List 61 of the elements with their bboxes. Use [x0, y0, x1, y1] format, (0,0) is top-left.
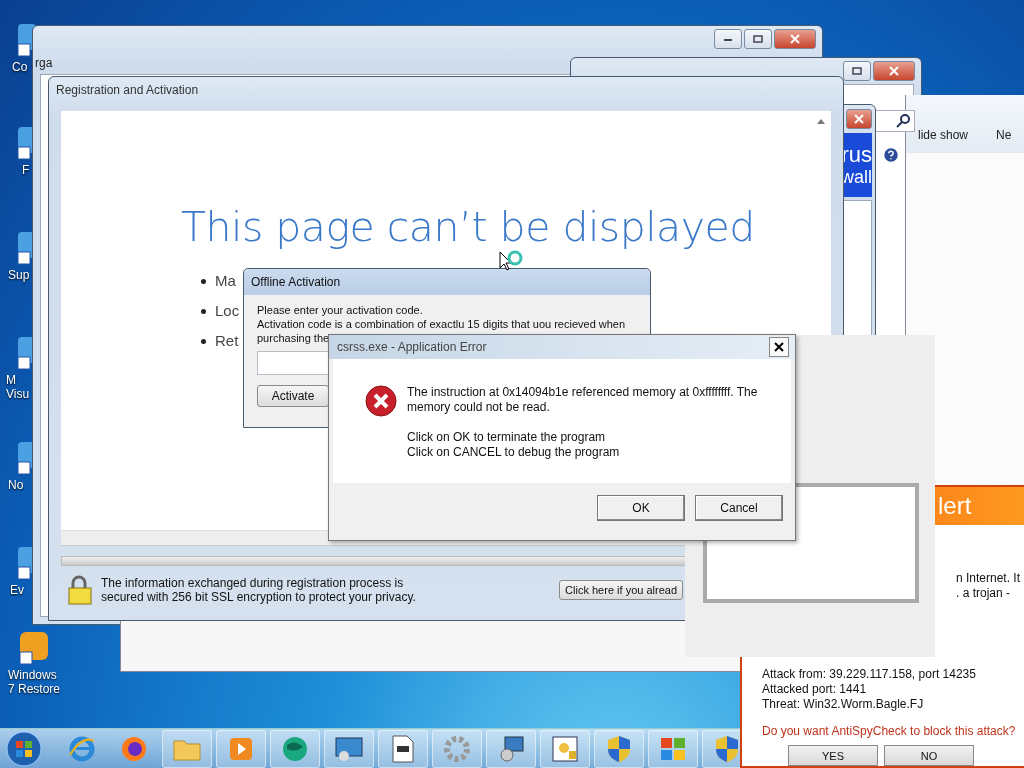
dialog-title: csrss.exe - Application Error: [337, 340, 487, 354]
search-icon: [896, 114, 910, 128]
shield-icon[interactable]: [607, 734, 631, 763]
toolbar-text[interactable]: rga: [35, 56, 53, 70]
desktop-icon-label[interactable]: No: [8, 478, 24, 492]
close-icon: [889, 66, 899, 76]
cancel-button[interactable]: Cancel: [695, 495, 783, 521]
desktop-icon-label[interactable]: Co: [12, 60, 28, 74]
menu-item[interactable]: Ne: [996, 128, 1012, 153]
shield-icon[interactable]: [715, 734, 739, 763]
alert-question: Do you want AntiSpyCheck to block this attack?: [762, 724, 1017, 739]
alert-description: . a trojan -: [956, 586, 1012, 601]
minimize-button[interactable]: [714, 29, 742, 49]
document-icon[interactable]: [392, 734, 414, 763]
error-instruction: Click on OK to terminate the program: [407, 430, 607, 445]
maximize-button[interactable]: [744, 29, 772, 49]
browser-icon[interactable]: [120, 734, 148, 763]
maximize-icon: [852, 67, 862, 75]
error-message: The instruction at 0x14094b1e referenced memory at 0xffffffff. The memory could not be read.: [407, 385, 759, 415]
desktop-icon-label[interactable]: Ev: [10, 583, 24, 597]
desktop-icon-label[interactable]: M Visu: [6, 373, 32, 401]
activation-prompt: Please enter your activation code.: [257, 303, 423, 317]
error-instruction: Click on CANCEL to debug the program: [407, 445, 621, 460]
error-icon: [365, 385, 397, 417]
already-registered-button[interactable]: Click here if you alread: [559, 580, 683, 600]
bullet-text: Ma: [215, 271, 236, 291]
window-title: Registration and Activation: [56, 83, 199, 97]
bullet-icon: [201, 308, 206, 314]
close-button[interactable]: [769, 337, 789, 357]
attack-detail: Threat: Win32.Worm.Bagle.FJ: [762, 697, 925, 712]
alert-description: n Internet. It: [956, 571, 1022, 586]
close-icon: [790, 34, 800, 44]
attack-detail: Attacked port: 1441: [762, 682, 868, 697]
no-button[interactable]: NO: [884, 745, 974, 766]
bullet-icon: [201, 338, 206, 344]
desktop-icon-label[interactable]: Windows 7 Restore: [8, 668, 64, 696]
scroll-up-arrow-icon[interactable]: [817, 119, 825, 124]
media-player-icon[interactable]: [229, 736, 253, 761]
maximize-button[interactable]: [843, 61, 871, 81]
minimize-icon: [723, 36, 733, 42]
dialog-title: Offline Activation: [251, 275, 341, 289]
desktop-icon-label[interactable]: F: [22, 163, 30, 177]
globe-icon[interactable]: [281, 734, 309, 763]
start-button-icon[interactable]: [4, 729, 44, 768]
windows-flag-icon[interactable]: [659, 735, 687, 762]
attack-detail: Attack from: 39.229.117.158, port 14235: [762, 667, 977, 682]
close-icon: [854, 114, 864, 124]
close-icon: [774, 342, 784, 352]
bullet-icon: [201, 278, 206, 284]
desktop-icon-label[interactable]: Sup: [8, 268, 30, 282]
ok-button[interactable]: OK: [597, 495, 685, 521]
maximize-icon: [753, 35, 763, 43]
search-field[interactable]: [875, 110, 915, 132]
bullet-text: Loc: [215, 301, 240, 321]
activate-button[interactable]: Activate: [257, 385, 329, 407]
security-note: The information exchanged during registration process is secured with 256 bit SSL encryption to protect your privacy.: [101, 576, 417, 604]
bullet-text: Ret: [215, 331, 239, 351]
yes-button[interactable]: YES: [788, 745, 878, 766]
alert-title: lert: [938, 492, 972, 520]
error-heading: This page can’t be displayed: [181, 202, 755, 253]
menu-item[interactable]: lide show: [918, 128, 969, 153]
